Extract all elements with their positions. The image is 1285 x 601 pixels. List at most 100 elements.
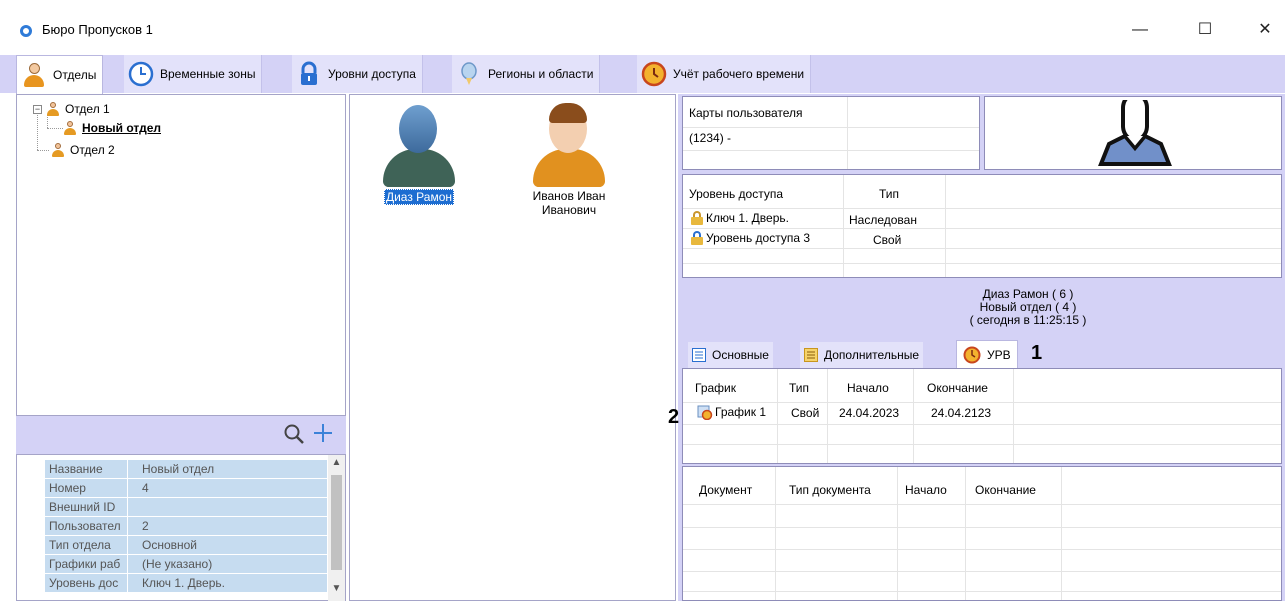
window-title: Бюро Пропусков 1 [42,22,153,37]
title-bar: Бюро Пропусков 1 — ☐ ✕ [0,0,1285,60]
user-card[interactable]: Иванов Иван Иванович [514,99,624,217]
column-header[interactable]: Начало [847,381,889,395]
cards-header: Карты пользователя [689,106,803,120]
column-header[interactable]: Тип [879,187,899,201]
add-icon[interactable] [312,422,334,444]
callout-1: 1 [1031,342,1043,364]
maximize-button[interactable]: ☐ [1185,14,1225,46]
person-icon [46,102,60,116]
column-header[interactable]: Уровень доступа [689,187,783,201]
tab-label: Временные зоны [160,67,256,81]
property-row[interactable]: Название Новый отдел [17,460,327,478]
tab-departments[interactable]: Отделы [16,55,104,94]
scroll-down-icon[interactable]: ▼ [328,583,345,597]
tab-time-zones[interactable]: Временные зоны [124,55,263,93]
department-tree-panel: − Отдел 1 Новый отдел Отдел 2 [16,94,346,416]
schedule-row[interactable]: График 1 [697,404,766,420]
column-header[interactable]: Окончание [927,381,988,395]
tab-time-tracking-urv[interactable]: УРВ [956,340,1018,368]
property-key: Номер [45,479,127,497]
clock-icon [128,61,154,87]
schedule-type: Свой [791,406,820,420]
user-card[interactable]: Диаз Рамон [364,99,474,205]
property-row[interactable]: Графики раб (Не указано) [17,555,327,573]
property-row[interactable]: Номер 4 [17,479,327,497]
lock-icon [691,231,703,245]
user-cards-grid: Карты пользователя (1234) - [682,96,980,170]
property-value: 2 [127,517,327,535]
property-row[interactable]: Уровень дос Ключ 1. Дверь. [17,574,327,592]
column-header[interactable]: Начало [905,483,947,497]
user-info: Диаз Рамон ( 6 ) Новый отдел ( 4 ) ( сег… [878,288,1178,327]
access-level-name: Уровень доступа 3 [706,231,811,245]
user-avatar [379,99,459,189]
main-tab-strip: Отделы Временные зоны Уровни доступа Рег… [0,55,1285,94]
tab-regions[interactable]: Регионы и области [452,55,601,93]
tree-toolbar [16,416,346,454]
property-row[interactable]: Внешний ID [17,498,327,516]
minimize-button[interactable]: — [1120,14,1160,46]
property-value [127,498,327,516]
tab-time-tracking[interactable]: Учёт рабочего времени [637,55,812,93]
card-row[interactable]: (1234) - [689,131,731,145]
access-type: Свой [873,233,902,247]
time-tracking-icon [963,346,981,363]
column-header[interactable]: График [695,381,736,395]
schedule-icon [697,405,713,420]
property-value: Ключ 1. Дверь. [127,574,327,592]
access-row[interactable]: Ключ 1. Дверь. [691,211,789,225]
property-key: Уровень дос [45,574,127,592]
tree-node-label: Отдел 1 [65,102,110,116]
property-key: Название [45,460,127,478]
scrollbar[interactable]: ▲ ▼ [328,455,345,601]
column-header[interactable]: Окончание [975,483,1036,497]
property-row[interactable]: Пользовател 2 [17,517,327,535]
column-header[interactable]: Тип документа [789,483,871,497]
access-level-name: Ключ 1. Дверь. [706,211,789,225]
property-value: Основной [127,536,327,554]
user-name: Диаз Рамон [383,189,455,205]
tree-node-new-department[interactable]: Новый отдел [63,119,161,137]
collapse-toggle[interactable]: − [33,104,42,114]
tree-node-label: Отдел 2 [70,143,115,157]
list-icon [804,348,818,362]
close-button[interactable]: ✕ [1245,14,1285,46]
documents-grid: Документ Тип документа Начало Окончание [682,466,1282,601]
property-value: Новый отдел [127,460,327,478]
column-header[interactable]: Документ [699,483,752,497]
tab-additional[interactable]: Дополнительные [800,342,923,368]
tab-label: Основные [712,348,769,362]
property-value: (Не указано) [127,555,327,573]
user-name: Иванов Иван [532,189,606,203]
schedule-end: 24.04.2123 [931,406,992,420]
scrollbar-thumb[interactable] [331,475,342,570]
property-grid: Название Новый отдел Номер 4 Внешний ID По… [16,454,346,601]
user-name-line2: Иванович [541,203,597,217]
tab-label: Дополнительные [824,348,919,362]
tab-main-info[interactable]: Основные [688,342,773,368]
app-icon [20,25,32,37]
tree-node-department-2[interactable]: Отдел 2 [51,141,115,159]
tab-label: УРВ [987,347,1011,362]
callout-2: 2 [668,406,680,428]
column-header[interactable]: Тип [789,381,809,395]
search-icon[interactable] [283,423,305,445]
property-key: Пользовател [45,517,127,535]
scroll-up-icon[interactable]: ▲ [328,457,345,471]
region-pin-icon [456,61,482,87]
schedule-name: График 1 [715,405,767,419]
person-icon [21,62,47,88]
user-info-timestamp: ( сегодня в 11:25:15 ) [969,313,1087,327]
users-panel: Диаз Рамон Иванов Иван Иванович [349,94,676,601]
schedule-start: 24.04.2023 [839,406,900,420]
access-type: Наследован [849,213,917,227]
access-levels-grid: Уровень доступа Тип Ключ 1. Дверь. Насле… [682,174,1282,278]
user-details-panel: Карты пользователя (1234) - Уровень дост… [668,94,1285,601]
property-row[interactable]: Тип отдела Основной [17,536,327,554]
lock-icon [296,61,322,87]
tab-access-levels[interactable]: Уровни доступа [292,55,423,93]
user-avatar [529,99,609,189]
property-key: Тип отдела [45,536,127,554]
access-row[interactable]: Уровень доступа 3 [691,231,810,245]
tree-node-department-1[interactable]: − Отдел 1 [33,100,110,118]
